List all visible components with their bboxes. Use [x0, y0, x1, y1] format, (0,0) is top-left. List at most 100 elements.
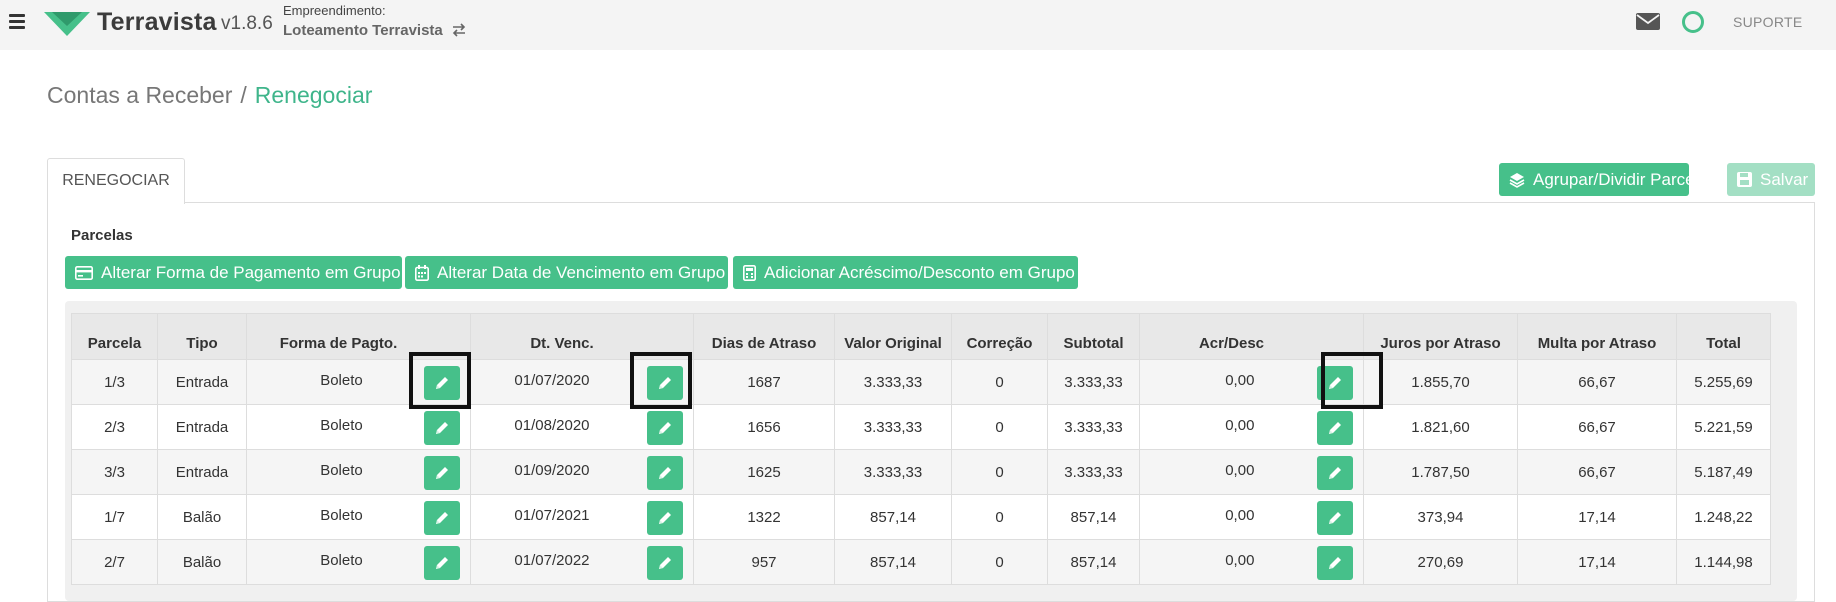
salvar-label: Salvar [1760, 169, 1809, 189]
breadcrumb-separator: / [240, 82, 247, 108]
cell-forma-value: Boleto [320, 462, 363, 479]
cell-tipo: Balão [157, 539, 247, 585]
pencil-icon [436, 422, 448, 434]
cell-subtotal: 3.333,33 [1047, 404, 1140, 450]
menu-icon[interactable] [9, 14, 25, 30]
pencil-icon [1329, 557, 1341, 569]
highlight-box [1321, 352, 1383, 409]
edit-acr-button[interactable] [1317, 411, 1353, 445]
tab-renegociar[interactable]: RENEGOCIAR [47, 158, 185, 204]
edit-venc-button[interactable] [647, 411, 683, 445]
cell-juros: 1.787,50 [1363, 449, 1518, 495]
highlight-box [630, 352, 692, 409]
table-row: 2/7 Balão Boleto 01/07/2022 957 857,14 0 857… [71, 539, 1771, 585]
edit-venc-button[interactable] [647, 456, 683, 490]
cell-acr-value: 0,00 [1225, 507, 1255, 524]
cell-venc: 01/07/2022 [470, 539, 694, 585]
empreendimento-selector[interactable]: Loteamento Terravista [283, 22, 443, 39]
alterar-forma-pagamento-button[interactable]: Alterar Forma de Pagamento em Grupo [65, 256, 402, 289]
edit-acr-button[interactable] [1317, 456, 1353, 490]
alterar-data-label: Alterar Data de Vencimento em Grupo [437, 262, 726, 282]
edit-forma-button[interactable] [424, 411, 460, 445]
cell-forma-value: Boleto [320, 507, 363, 524]
cell-acr: 0,00 [1139, 494, 1364, 540]
cell-juros: 1.821,60 [1363, 404, 1518, 450]
parcelas-table: Parcela Tipo Forma de Pagto. Dt. Venc. D… [71, 313, 1771, 585]
cell-dias: 1687 [693, 359, 835, 405]
alterar-data-vencimento-button[interactable]: Alterar Data de Vencimento em Grupo [405, 256, 728, 289]
table-row: 3/3 Entrada Boleto 01/09/2020 1625 3.333,3… [71, 449, 1771, 495]
cell-correcao: 0 [951, 449, 1048, 495]
pencil-icon [1329, 512, 1341, 524]
cell-acr-value: 0,00 [1225, 462, 1255, 479]
highlight-box [409, 352, 471, 409]
status-indicator-icon [1682, 11, 1704, 33]
cell-parcela: 1/3 [71, 359, 158, 405]
edit-forma-button[interactable] [424, 546, 460, 580]
table-row: 2/3 Entrada Boleto 01/08/2020 1656 3.333,3… [71, 404, 1771, 450]
cell-total: 5.255,69 [1676, 359, 1771, 405]
col-header-subtotal: Subtotal [1047, 313, 1140, 360]
cell-total: 5.187,49 [1676, 449, 1771, 495]
cell-multa: 17,14 [1517, 494, 1677, 540]
cell-venc-value: 01/08/2020 [514, 417, 590, 434]
cell-venc: 01/07/2021 [470, 494, 694, 540]
cell-total: 1.144,98 [1676, 539, 1771, 585]
cell-venc: 01/08/2020 [470, 404, 694, 450]
cell-dias: 1656 [693, 404, 835, 450]
pencil-icon [436, 557, 448, 569]
cell-acr: 0,00 [1139, 404, 1364, 450]
adicionar-acrescimo-desconto-button[interactable]: Adicionar Acréscimo/Desconto em Grupo [733, 256, 1078, 289]
breadcrumb-current: Renegociar [254, 82, 373, 108]
cell-juros: 1.855,70 [1363, 359, 1518, 405]
pencil-icon [659, 512, 671, 524]
salvar-button[interactable]: Salvar [1727, 163, 1815, 196]
table-row: 1/7 Balão Boleto 01/07/2021 1322 857,14 0 85… [71, 494, 1771, 540]
edit-forma-button[interactable] [424, 456, 460, 490]
cell-total: 1.248,22 [1676, 494, 1771, 540]
edit-acr-button[interactable] [1317, 501, 1353, 535]
cell-tipo: Entrada [157, 404, 247, 450]
mail-icon[interactable] [1636, 13, 1660, 30]
alterar-forma-label: Alterar Forma de Pagamento em Grupo [101, 262, 401, 282]
top-bar: Terravista v1.8.6 Empreendimento: Loteam… [0, 0, 1836, 50]
cell-forma: Boleto [246, 539, 471, 585]
cell-subtotal: 3.333,33 [1047, 449, 1140, 495]
col-header-acr-label: Acr/Desc [1198, 335, 1265, 352]
calculator-icon [743, 264, 756, 281]
cell-original: 3.333,33 [834, 449, 952, 495]
empreendimento-label: Empreendimento: [283, 3, 386, 18]
cell-parcela: 2/3 [71, 404, 158, 450]
cell-juros: 270,69 [1363, 539, 1518, 585]
cell-acr-value: 0,00 [1225, 417, 1255, 434]
edit-venc-button[interactable] [647, 546, 683, 580]
col-header-forma-label: Forma de Pagto. [279, 335, 398, 352]
layers-icon [1509, 172, 1525, 188]
edit-acr-button[interactable] [1317, 546, 1353, 580]
cell-dias: 1625 [693, 449, 835, 495]
edit-forma-button[interactable] [424, 501, 460, 535]
cell-acr: 0,00 [1139, 449, 1364, 495]
swap-icon[interactable] [451, 22, 467, 38]
agrupar-dividir-button[interactable]: Agrupar/Dividir Parcelas [1499, 163, 1716, 196]
col-header-dias: Dias de Atraso [693, 313, 835, 360]
edit-venc-button[interactable] [647, 501, 683, 535]
breadcrumb-parent[interactable]: Contas a Receber [47, 82, 232, 108]
cell-multa: 66,67 [1517, 359, 1677, 405]
cell-subtotal: 857,14 [1047, 494, 1140, 540]
cell-correcao: 0 [951, 494, 1048, 540]
cell-correcao: 0 [951, 404, 1048, 450]
cell-parcela: 3/3 [71, 449, 158, 495]
cell-total: 5.221,59 [1676, 404, 1771, 450]
adicionar-acrescimo-label: Adicionar Acréscimo/Desconto em Grupo [764, 262, 1075, 282]
terravista-logo [44, 12, 90, 36]
cell-tipo: Entrada [157, 449, 247, 495]
support-link[interactable]: SUPORTE [1733, 14, 1803, 30]
col-header-correcao: Correção [951, 313, 1048, 360]
cell-acr: 0,00 [1139, 539, 1364, 585]
cell-correcao: 0 [951, 359, 1048, 405]
calendar-icon [415, 264, 429, 281]
cell-parcela: 2/7 [71, 539, 158, 585]
cell-original: 857,14 [834, 539, 952, 585]
table-header-row: Parcela Tipo Forma de Pagto. Dt. Venc. D… [71, 313, 1771, 360]
